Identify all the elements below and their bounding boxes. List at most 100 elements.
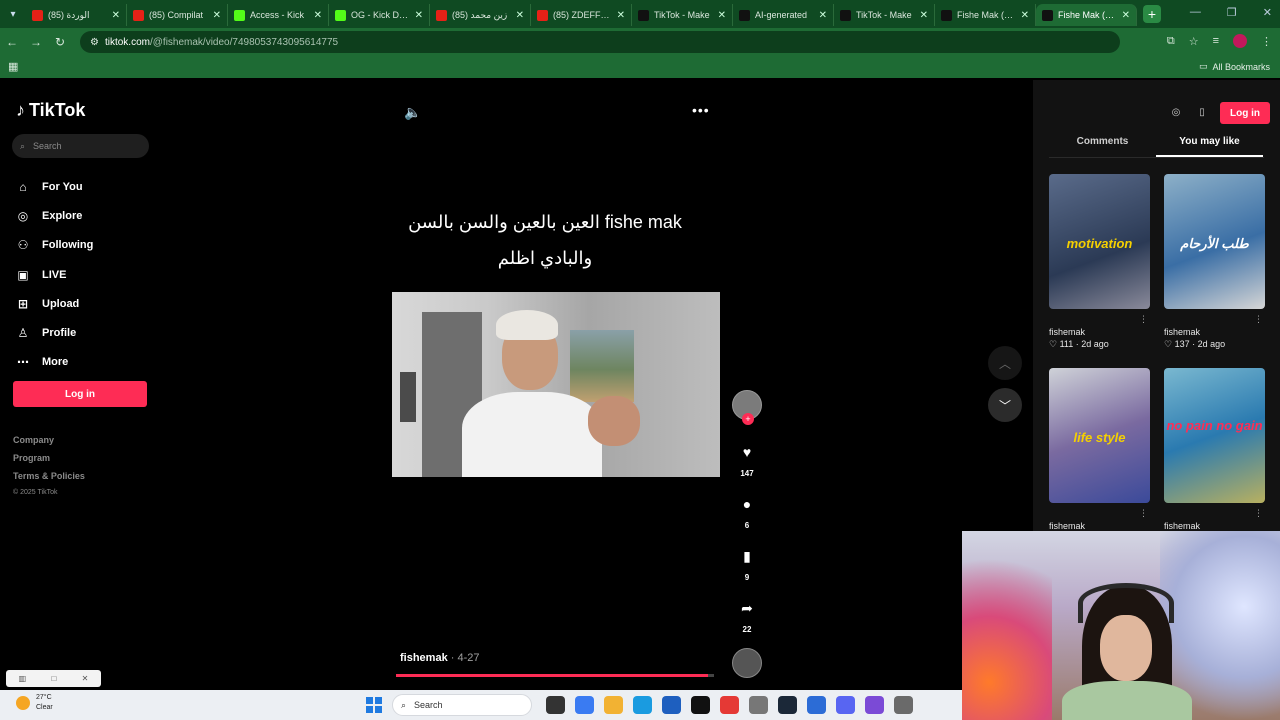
card-more-icon[interactable]: ⋮	[1254, 508, 1263, 519]
tab-close-icon[interactable]: ✕	[415, 10, 423, 21]
tab-search-icon[interactable]: ▾	[0, 0, 26, 28]
video-author-line[interactable]: fishemak · 4-27	[400, 652, 480, 664]
mini-restore-icon[interactable]: □	[52, 674, 57, 683]
apps-grid-icon[interactable]: ▦	[8, 60, 18, 73]
tab-close-icon[interactable]: ✕	[1021, 10, 1029, 21]
browser-tab[interactable]: (85) ZDEFF - E ✕	[531, 4, 632, 26]
weather-widget[interactable]: 27°C Clear	[16, 693, 53, 713]
task-view-icon[interactable]	[546, 696, 565, 714]
music-disc-avatar[interactable]	[732, 648, 762, 678]
card-more-icon[interactable]: ⋮	[1254, 314, 1263, 325]
comment-action[interactable]: ● 6	[732, 496, 762, 530]
card-author[interactable]: fishemak	[1049, 327, 1150, 337]
sidebar-item-more[interactable]: ⋯ More	[16, 348, 93, 377]
reload-icon[interactable]: ↻	[48, 35, 72, 49]
install-app-icon[interactable]: ⧉	[1167, 35, 1175, 48]
card-thumbnail[interactable]: life style	[1049, 368, 1150, 503]
tab-close-icon[interactable]: ✕	[516, 10, 524, 21]
save-action[interactable]: ▮ 9	[732, 548, 762, 582]
tab-close-icon[interactable]: ✕	[920, 10, 928, 21]
all-bookmarks-button[interactable]: ▭ All Bookmarks	[1199, 61, 1270, 72]
url-field[interactable]: ⚙ tiktok.com/@fishemak/video/74980537430…	[80, 31, 1120, 53]
close-window-icon[interactable]: ✕	[1263, 6, 1272, 19]
browser-tab[interactable]: (85) زين محمد ✕	[430, 4, 531, 26]
recommended-video-card[interactable]: طلب الأرحام ⋮ fishemak ♡ 137 · 2d ago	[1164, 174, 1265, 350]
steam-icon[interactable]	[778, 696, 797, 714]
chrome-icon[interactable]	[720, 696, 739, 714]
minimize-icon[interactable]: —	[1190, 6, 1201, 19]
browser-tab[interactable]: (85) Compilat ✕	[127, 4, 228, 26]
browser-tab[interactable]: Access - Kick ✕	[228, 4, 329, 26]
twitch-icon[interactable]	[865, 696, 884, 714]
browser-tab[interactable]: Fishe Mak (@fi ✕	[1036, 4, 1137, 26]
sidebar-item-profile[interactable]: ♙ Profile	[16, 318, 93, 347]
card-thumbnail[interactable]: motivation	[1049, 174, 1150, 309]
card-thumbnail[interactable]: طلب الأرحام	[1164, 174, 1265, 309]
taskbar-search[interactable]: ⌕ Search	[392, 694, 532, 716]
follow-plus-icon[interactable]: +	[742, 413, 754, 425]
video-player[interactable]	[392, 292, 720, 477]
card-more-icon[interactable]: ⋮	[1139, 508, 1148, 519]
tiktok-logo[interactable]: ♪ TikTok	[16, 100, 85, 121]
video-progress-bar[interactable]	[396, 674, 714, 677]
recommended-video-card[interactable]: life style ⋮ fishemak	[1049, 368, 1150, 531]
footer-link-terms[interactable]: Terms & Policies	[13, 471, 85, 489]
windows-start-icon[interactable]	[366, 697, 382, 713]
share-action[interactable]: ➦ 22	[732, 600, 762, 634]
media-controls-icon[interactable]: ≡	[1213, 35, 1219, 47]
tab-close-icon[interactable]: ✕	[617, 10, 625, 21]
site-info-icon[interactable]: ⚙	[90, 37, 99, 48]
sidebar-item-following[interactable]: ⚇ Following	[16, 231, 94, 260]
browser-tab[interactable]: Fishe Mak (@f ✕	[935, 4, 1036, 26]
device-icon[interactable]: ▯	[1194, 105, 1210, 121]
tab-you-may-like[interactable]: You may like	[1156, 136, 1263, 157]
edge-icon[interactable]	[633, 696, 652, 714]
tab-close-icon[interactable]: ✕	[314, 10, 322, 21]
search-input[interactable]: ⌕ Search	[12, 134, 149, 158]
snipping-tool-icon[interactable]	[894, 696, 913, 714]
settings-icon[interactable]	[749, 696, 768, 714]
tab-close-icon[interactable]: ✕	[213, 10, 221, 21]
bookmark-star-icon[interactable]: ☆	[1189, 35, 1199, 48]
tiktok-app-icon[interactable]	[691, 696, 710, 714]
header-login-button[interactable]: Log in	[1220, 102, 1270, 124]
recommended-video-card[interactable]: no pain no gain ⋮ fishemak	[1164, 368, 1265, 531]
forward-icon[interactable]: →	[24, 35, 48, 49]
tab-close-icon[interactable]: ✕	[1122, 10, 1130, 21]
browser-tab[interactable]: OG - Kick Dash ✕	[329, 4, 430, 26]
new-tab-button[interactable]: +	[1143, 5, 1161, 23]
browser-tab[interactable]: AI-generated ✕	[733, 4, 834, 26]
sidebar-login-button[interactable]: Log in	[13, 381, 147, 407]
browser-menu-icon[interactable]: ⋮	[1261, 35, 1272, 48]
profile-avatar[interactable]	[1233, 34, 1247, 48]
card-thumbnail[interactable]: no pain no gain	[1164, 368, 1265, 503]
card-author[interactable]: fishemak	[1164, 327, 1265, 337]
sidebar-item-for-you[interactable]: ⌂ For You	[16, 172, 93, 201]
tab-close-icon[interactable]: ✕	[112, 10, 120, 21]
sidebar-item-live[interactable]: ▣ LIVE	[16, 260, 93, 289]
footer-link-company[interactable]: Company	[13, 435, 85, 453]
card-author[interactable]: fishemak	[1164, 521, 1265, 531]
restore-icon[interactable]: ❐	[1227, 6, 1237, 19]
tab-comments[interactable]: Comments	[1049, 136, 1156, 157]
browser-tab[interactable]: TikTok - Make ✕	[834, 4, 935, 26]
browser-tab[interactable]: (85) الوردة ✕	[26, 4, 127, 26]
recommended-video-card[interactable]: motivation ⋮ fishemak ♡ 111 · 2d ago	[1049, 174, 1150, 350]
copilot-icon[interactable]	[575, 696, 594, 714]
footer-link-program[interactable]: Program	[13, 453, 85, 471]
sidebar-item-upload[interactable]: ⊞ Upload	[16, 289, 93, 318]
mini-close-icon[interactable]: ✕	[82, 674, 89, 683]
discord-icon[interactable]	[836, 696, 855, 714]
tab-close-icon[interactable]: ✕	[819, 10, 827, 21]
previous-video-icon[interactable]: ︿	[988, 346, 1022, 380]
browser-tab[interactable]: TikTok - Make ✕	[632, 4, 733, 26]
next-video-icon[interactable]: ﹀	[988, 388, 1022, 422]
tab-close-icon[interactable]: ✕	[718, 10, 726, 21]
like-action[interactable]: ♥ 147	[732, 444, 762, 478]
video-more-icon[interactable]: •••	[692, 102, 710, 118]
sidebar-item-explore[interactable]: ◎ Explore	[16, 201, 93, 230]
store-icon[interactable]	[662, 696, 681, 714]
file-explorer-icon[interactable]	[604, 696, 623, 714]
card-author[interactable]: fishemak	[1049, 521, 1150, 531]
volume-icon[interactable]: 🔈	[404, 104, 421, 121]
